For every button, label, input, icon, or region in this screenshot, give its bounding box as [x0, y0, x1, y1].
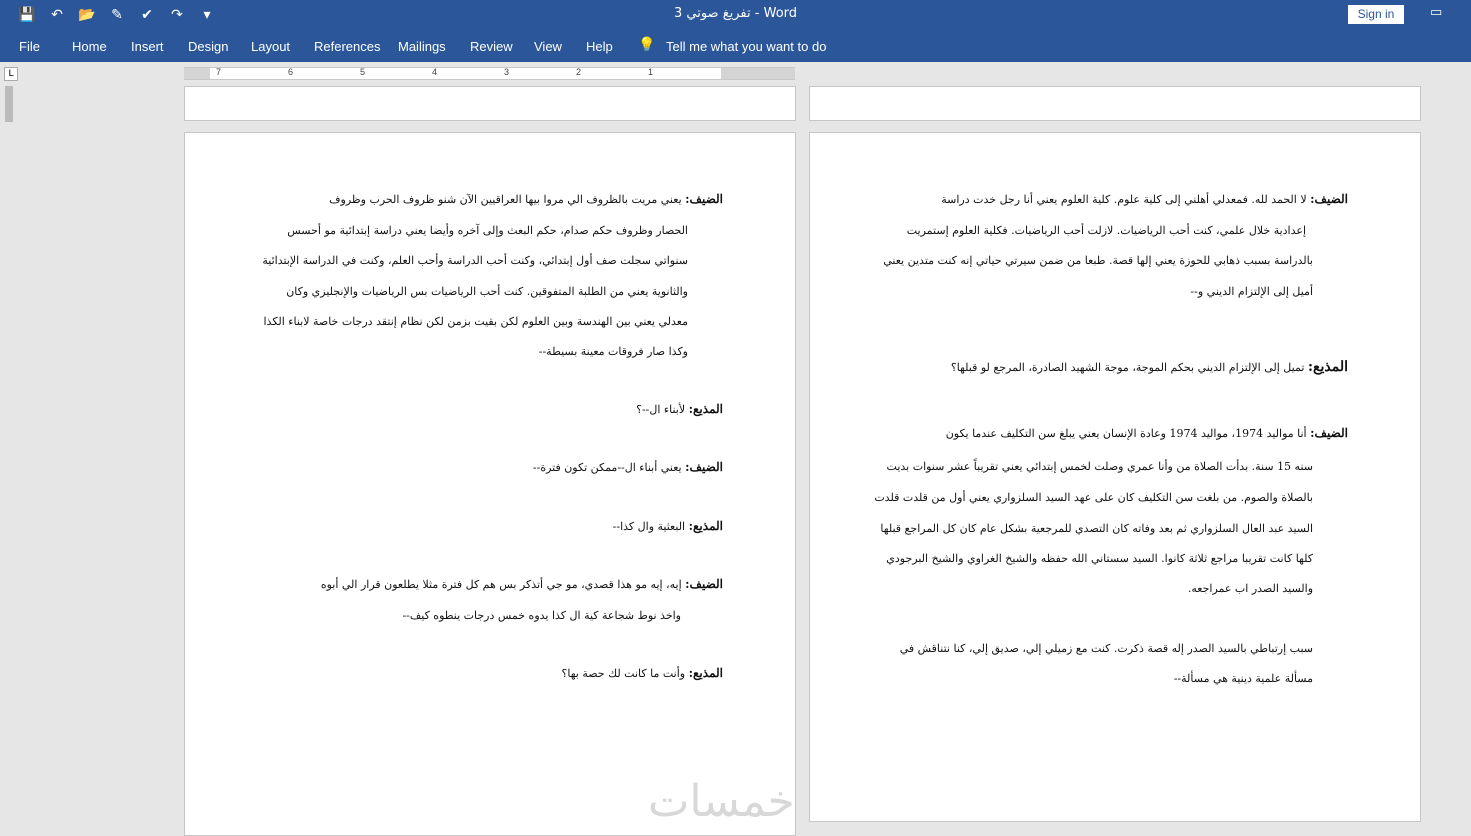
ruler-number: 2	[576, 67, 582, 77]
window-title: تفريغ صوتي 3 - Word	[673, 6, 798, 21]
left-margin-area	[0, 62, 20, 834]
vertical-ruler	[5, 86, 13, 122]
ribbon-display-options-icon[interactable]: ▭	[1430, 5, 1446, 21]
ruler-left-margin	[184, 68, 210, 79]
transcript-line: أميل إلى الإلتزام الديني و--	[1190, 285, 1313, 298]
tab-file[interactable]: File	[19, 39, 40, 54]
transcript-line: سنه 15 سنة. بدأت الصلاة من وأنا عمري وصل…	[886, 460, 1313, 473]
document-page-left[interactable]: الضيف: يعني مريت بالظروف الي مروا بيها ا…	[184, 132, 796, 836]
transcript-line: سبب إرتباطي بالسيد الصدر إله قصة ذكرت. ك…	[899, 642, 1313, 655]
horizontal-ruler: 7 6 5 4 3 2 1	[184, 67, 795, 80]
previous-page-right	[809, 86, 1421, 121]
ruler-number: 7	[216, 67, 222, 77]
title-bar: 💾 ↶ 📂 ✎ ✔ ↷ ▾ تفريغ صوتي 3 - Word Sign i…	[0, 0, 1471, 30]
transcript-line: إعدادية خلال علمي، كنت أحب الرياضيات. لا…	[906, 224, 1306, 237]
tell-me-search[interactable]: Tell me what you want to do	[666, 39, 826, 54]
previous-page-left	[184, 86, 796, 121]
watermark-logo: خمسات	[648, 776, 795, 827]
tab-selector-icon[interactable]: L	[4, 67, 18, 81]
transcript-line: الضيف: إيه، إيه مو هذا قصدي، مو جي أتذكر…	[320, 577, 723, 591]
transcript-line: المذيع: لأبناء ال--؟	[636, 402, 723, 416]
lightbulb-icon: 💡	[638, 37, 656, 53]
tab-layout[interactable]: Layout	[251, 39, 290, 54]
tab-home[interactable]: Home	[72, 39, 107, 54]
ruler-number: 4	[432, 67, 438, 77]
ruler-number: 3	[504, 67, 510, 77]
transcript-line: سنواتي سجلت صف أول إبتدائي، وكنت أحب الد…	[262, 254, 688, 267]
transcript-line: مسألة علمية دينية هي مسألة--	[1173, 672, 1313, 685]
ruler-number: 5	[360, 67, 366, 77]
tab-review[interactable]: Review	[470, 39, 513, 54]
ribbon-tabs: File Home Insert Design Layout Reference…	[0, 30, 1471, 62]
transcript-line: وكذا صار فروقات معينة بسيطة--	[538, 345, 688, 358]
document-page-right[interactable]: الضيف: لا الحمد لله. فمعدلي أهلني إلى كل…	[809, 132, 1421, 822]
transcript-line: والثانوية يعني من الطلبة المتفوقين. كنت …	[286, 285, 688, 298]
tab-view[interactable]: View	[534, 39, 562, 54]
transcript-line: والسيد الصدر اب عمراجعه.	[1187, 582, 1313, 595]
transcript-line: الضيف: لا الحمد لله. فمعدلي أهلني إلى كل…	[941, 192, 1348, 206]
transcript-line: المذيع: تميل إلى الإلتزام الديني بحكم ال…	[950, 359, 1348, 375]
transcript-line: الضيف: يعني أبناء ال--ممكن تكون فترة--	[532, 460, 723, 474]
transcript-line: كلها كانت تقريبا مراجع ثلاثة كانوا. السي…	[886, 552, 1313, 565]
transcript-line: الحصار وظروف حكم صدام، حكم البعث وإلى آخ…	[287, 224, 688, 237]
tab-help[interactable]: Help	[586, 39, 613, 54]
transcript-line: الضيف: أنا مواليد 1974، مواليد 1974 وعاد…	[945, 426, 1348, 440]
transcript-line: المذيع: وأنت ما كانت لك حصة بها؟	[561, 666, 723, 680]
tab-insert[interactable]: Insert	[131, 39, 164, 54]
tab-references[interactable]: References	[314, 39, 380, 54]
transcript-line: بالصلاة والصوم. من بلغت سن التكليف كان ع…	[874, 491, 1313, 504]
transcript-line: السيد عبد العال السلزواري ثم بعد وفاته ك…	[880, 522, 1313, 535]
transcript-line: المذيع: البعثية وال كذا--	[612, 519, 723, 533]
ruler-number: 6	[288, 67, 294, 77]
tab-design[interactable]: Design	[188, 39, 228, 54]
transcript-line: الضيف: يعني مريت بالظروف الي مروا بيها ا…	[329, 192, 723, 206]
transcript-line: معدلي يعني بين الهندسة وبين العلوم لكن ب…	[263, 315, 688, 328]
tab-mailings[interactable]: Mailings	[398, 39, 446, 54]
ruler-number: 1	[648, 67, 654, 77]
transcript-line: واخذ نوط شجاعة كية ال كذا يدوه خمس درجات…	[402, 609, 681, 622]
sign-in-button[interactable]: Sign in	[1348, 5, 1404, 24]
ruler-right-margin	[721, 68, 795, 79]
transcript-line: بالدراسة بسبب ذهابي للحوزة يعني إلها قصة…	[883, 254, 1313, 267]
